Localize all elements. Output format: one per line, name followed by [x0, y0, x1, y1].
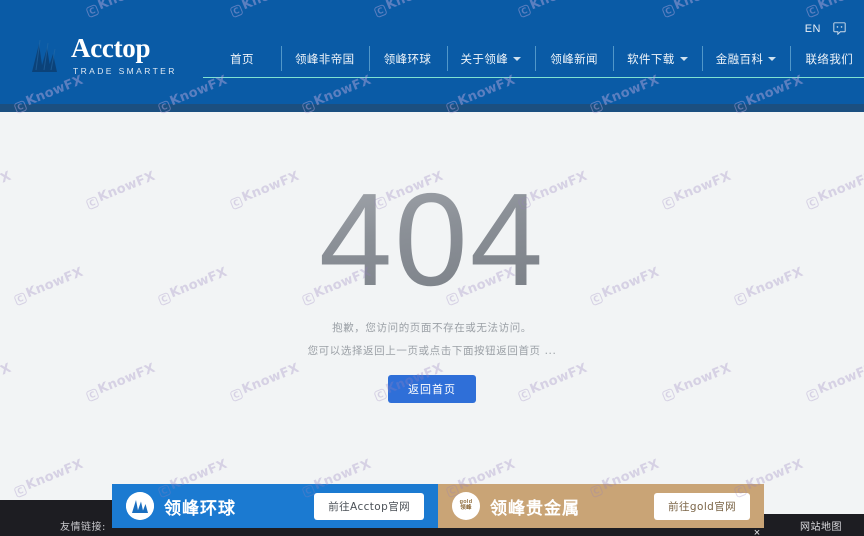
nav-item-about[interactable]: 关于领峰 — [446, 40, 536, 77]
promo-title: 领峰环球 — [164, 498, 236, 519]
language-switch-en[interactable]: EN — [805, 23, 821, 35]
nav-label: 软件下载 — [627, 51, 675, 66]
nav-item-lingfeng-empire[interactable]: 领峰非帝国 — [281, 40, 369, 77]
promo-title: 领峰贵金属 — [490, 498, 580, 519]
error-code: 404 — [0, 174, 864, 306]
promo-banner-gold[interactable]: gold 领峰 领峰贵金属 前往gold官网 × — [438, 484, 764, 536]
return-home-button[interactable]: 返回首页 — [388, 375, 476, 403]
promo-visit-gold-button[interactable]: 前往gold官网 — [654, 492, 750, 520]
nav-item-lingfeng-global[interactable]: 领峰环球 — [368, 40, 447, 77]
wechat-icon[interactable] — [833, 22, 846, 35]
nav-label: 联络我们 — [805, 51, 854, 66]
nav-label: 金融百科 — [715, 51, 764, 66]
mountain-logo-icon — [26, 34, 64, 76]
nav-label: 领峰新闻 — [550, 51, 598, 66]
utility-bar: EN — [805, 22, 846, 35]
gold-badge-sub: 领峰 — [460, 505, 472, 511]
friend-links-label: 友情链接: — [60, 521, 106, 533]
nav-item-contact[interactable]: 联络我们 — [790, 40, 864, 77]
error-block: 404 抱歉，您访问的页面不存在或无法访问。 您可以选择返回上一页或点击下面按钮… — [0, 174, 864, 403]
nav-label: 首页 — [230, 51, 254, 66]
chevron-down-icon — [513, 56, 522, 61]
nav-label: 关于领峰 — [460, 51, 509, 66]
gold-badge-text: gold 领峰 — [460, 499, 473, 512]
site-header: EN Acctop TRADE SMARTER 首页 领峰非帝国 领峰环球 关于… — [0, 0, 864, 112]
site-logo[interactable]: Acctop TRADE SMARTER — [26, 34, 177, 76]
page-root: EN Acctop TRADE SMARTER 首页 领峰非帝国 领峰环球 关于… — [0, 0, 864, 536]
nav-item-news[interactable]: 领峰新闻 — [535, 40, 613, 77]
error-message-line-1: 抱歉，您访问的页面不存在或无法访问。 — [332, 322, 532, 334]
logo-tagline: TRADE SMARTER — [73, 65, 177, 76]
promo-banner-acctop[interactable]: 领峰环球 前往Acctop官网 — [112, 484, 438, 528]
gold-badge-icon: gold 领峰 — [452, 492, 480, 520]
nav-item-downloads[interactable]: 软件下载 — [613, 40, 702, 77]
nav-item-finance-wiki[interactable]: 金融百科 — [701, 40, 791, 77]
chevron-down-icon — [679, 56, 688, 61]
promo-visit-acctop-button[interactable]: 前往Acctop官网 — [314, 492, 424, 520]
nav-item-home[interactable]: 首页 — [203, 40, 281, 77]
error-message-line-2: 您可以选择返回上一页或点击下面按钮返回首页 ... — [307, 345, 557, 357]
main-navigation: 首页 领峰非帝国 领峰环球 关于领峰 领峰新闻 软件下载 金融百科 联络我们 — [203, 40, 864, 78]
mountain-badge-icon — [126, 492, 154, 520]
main-content: 404 抱歉，您访问的页面不存在或无法访问。 您可以选择返回上一页或点击下面按钮… — [0, 112, 864, 536]
sitemap-link[interactable]: 网站地图 — [800, 518, 842, 533]
close-icon[interactable]: × — [748, 524, 766, 536]
footer-corner-left — [0, 500, 112, 514]
chevron-down-icon — [768, 56, 777, 61]
logo-name: Acctop — [71, 32, 151, 63]
nav-label: 领峰环球 — [383, 51, 432, 66]
promo-banner-group: 领峰环球 前往Acctop官网 gold 领峰 领峰贵金属 前往gold官网 × — [112, 484, 764, 536]
nav-label: 领峰非帝国 — [295, 51, 355, 66]
logo-text-block: Acctop TRADE SMARTER — [71, 32, 177, 76]
header-bottom-strip — [0, 104, 864, 112]
